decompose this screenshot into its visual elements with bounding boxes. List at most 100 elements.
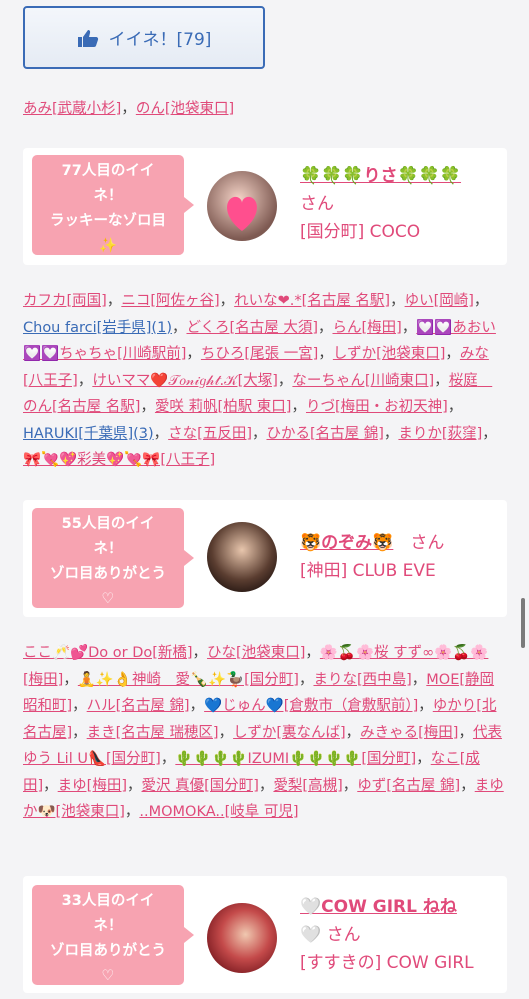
lucky-bubble: 33人目のイイ ネ！ ゾロ目ありがとう ♡ [32,885,194,985]
user-link[interactable]: れいな❤︎.*[名古屋 名駅] [234,293,390,309]
user-link[interactable]: Chou farci[岩手県](1) [23,320,172,336]
avatar[interactable] [207,522,277,592]
separator: ， [218,724,234,741]
shop-name[interactable]: [すすきの] COW GIRL [300,949,474,977]
user-link[interactable]: 🧘✨👌神崎 愛🍾✨🦆[国分町] [78,672,299,688]
separator: ， [482,425,497,442]
user-link[interactable]: みきゃる[梅田] [360,725,458,741]
separator: ， [416,751,431,767]
separator: ， [72,698,87,714]
separator: ， [317,319,333,336]
separator: ， [390,293,405,309]
separator: ， [160,751,176,767]
separator: ， [251,425,267,442]
user-link[interactable]: なーちゃん[川崎東口] [292,373,434,389]
separator: ， [43,777,58,794]
separator: ， [124,804,140,820]
user-link[interactable]: ニコ[阿佐ヶ谷] [121,293,219,309]
user-link[interactable]: さな[五反田] [168,426,252,442]
user-link[interactable]: 愛梨[高槻] [273,778,342,794]
lucky-bubble: 77人目のイイ ネ！ ラッキーなゾロ目 ✨ [32,155,194,255]
user-link[interactable]: 🌵🌵🌵🌵IZUMI🌵🌵🌵🌵[国分町] [175,751,416,767]
user-link[interactable]: ちひろ[尾張 一宮] [201,346,318,362]
separator: ， [434,372,449,389]
heart-icon [227,196,257,231]
cast-info: 🐯のぞみ🐯 さん [神田] CLUB EVE [300,529,444,585]
user-link[interactable]: 愛咲 莉帆[柏駅 東口] [155,399,292,415]
separator: ， [140,399,155,415]
separator: ， [77,372,93,389]
user-link[interactable]: ひな[池袋東口] [207,645,305,661]
separator: ， [219,293,235,309]
user-link[interactable]: のん[池袋東口] [136,101,234,117]
user-link[interactable]: まき[名古屋 瑞穂区] [87,725,219,741]
separator: ， [445,346,460,362]
separator: ， [342,777,358,794]
separator: ， [345,724,361,741]
user-link[interactable]: 愛沢 真優[国分町] [142,778,259,794]
separator: ， [127,777,142,794]
avatar[interactable] [207,903,277,973]
cast-name-link[interactable]: 🐯のぞみ🐯 [300,533,393,553]
user-link[interactable]: しずか[池袋東口] [333,346,446,362]
separator: ， [189,698,205,714]
user-link[interactable]: らん[梅田] [332,320,401,336]
like-button-label: イイネ！[79] [108,30,212,50]
lucky-card-33: 33人目のイイ ネ！ ゾロ目ありがとう ♡ 🤍COW GIRL ねね 🤍 さん [すす… [23,876,507,993]
separator: ， [418,698,433,714]
user-link[interactable]: どくろ[名古屋 大須] [186,320,318,336]
separator: ， [171,319,187,336]
user-link[interactable]: ハル[名古屋 錦] [87,698,190,714]
separator: ， [258,777,274,794]
separator: ， [121,101,136,117]
user-link[interactable]: りづ[梅田・お初天神] [306,399,448,415]
user-link[interactable]: ゆい[岡崎] [405,293,474,309]
user-link[interactable]: 🎀💘💖彩美💖💘🎀[八王子] [23,452,215,468]
separator: ， [106,293,122,309]
user-link[interactable]: ゆず[名古屋 錦] [357,778,460,794]
names-list-2: ここ🥂💕Do or Do[新橋]，ひな[池袋東口]，🌸🍒🌸桜 すず∞🌸🍒🌸[梅田… [23,640,506,826]
user-link[interactable]: 💙じゅん💙[倉敷市（倉敷駅前）] [204,698,418,714]
separator: ， [460,777,475,794]
user-link[interactable]: まりな[西中島] [313,672,411,688]
lucky-card-55: 55人目のイイ ネ！ ゾロ目ありがとう ♡ 🐯のぞみ🐯 さん [神田] CLUB EV… [23,500,507,617]
separator: ， [153,425,169,442]
cast-info: 🤍COW GIRL ねね 🤍 さん [すすきの] COW GIRL [300,893,474,977]
separator: ， [186,346,201,362]
user-link[interactable]: ..MOMOKA..[岐阜 可児] [139,804,298,820]
cast-name-link[interactable]: 🍀🍀🍀りさ🍀🍀🍀 [300,162,461,190]
separator: ， [63,671,78,688]
like-button[interactable]: イイネ！[79] [23,6,265,69]
separator: ， [291,399,306,415]
thumbs-up-icon [77,29,98,47]
separator: ， [383,425,399,442]
separator: ， [447,399,463,415]
cast-name-link[interactable]: 🤍COW GIRL ねね [300,893,474,921]
names-list-1: カフカ[両国]，ニコ[阿佐ヶ谷]，れいな❤︎.*[名古屋 名駅]，ゆい[岡崎]，… [23,288,506,474]
separator: ， [72,724,87,741]
user-link[interactable]: HARUKI[千葉県](3) [23,426,154,442]
user-link[interactable]: ひかる[名古屋 錦] [266,426,383,442]
user-link[interactable]: あみ[武蔵小杉] [23,101,121,117]
separator: ， [401,319,417,336]
separator: ， [298,671,314,688]
user-link[interactable]: まりか[荻窪] [398,426,482,442]
separator: ， [473,293,489,309]
cast-info: 🍀🍀🍀りさ🍀🍀🍀 さん [国分町] COCO [300,162,461,246]
user-link[interactable]: まゆ[梅田] [58,778,127,794]
avatar[interactable] [207,171,277,241]
lucky-bubble: 55人目のイイ ネ！ ゾロ目ありがとう ♡ [32,508,194,608]
scrollbar[interactable] [521,598,525,648]
shop-name[interactable]: [神田] CLUB EVE [300,557,444,585]
user-link[interactable]: カフカ[両国] [23,293,107,309]
user-link[interactable]: しずか[裏なんば] [233,725,346,741]
user-link[interactable]: けいママ❤️𝒯𝑜𝓃𝒾𝑔𝒽𝓉.𝒦[大塚] [92,373,278,389]
separator: ， [305,645,320,661]
lucky-card-77: 77人目のイイ ネ！ ラッキーなゾロ目 ✨ 🍀🍀🍀りさ🍀🍀🍀 さん [国分町] COC… [23,148,507,265]
top-names-list: あみ[武蔵小杉]，のん[池袋東口] [23,96,506,123]
user-link[interactable]: ここ🥂💕Do or Do[新橋] [23,645,193,661]
separator: ， [192,645,208,661]
separator: ， [458,724,473,741]
shop-name[interactable]: [国分町] COCO [300,218,461,246]
separator: ， [318,346,333,362]
